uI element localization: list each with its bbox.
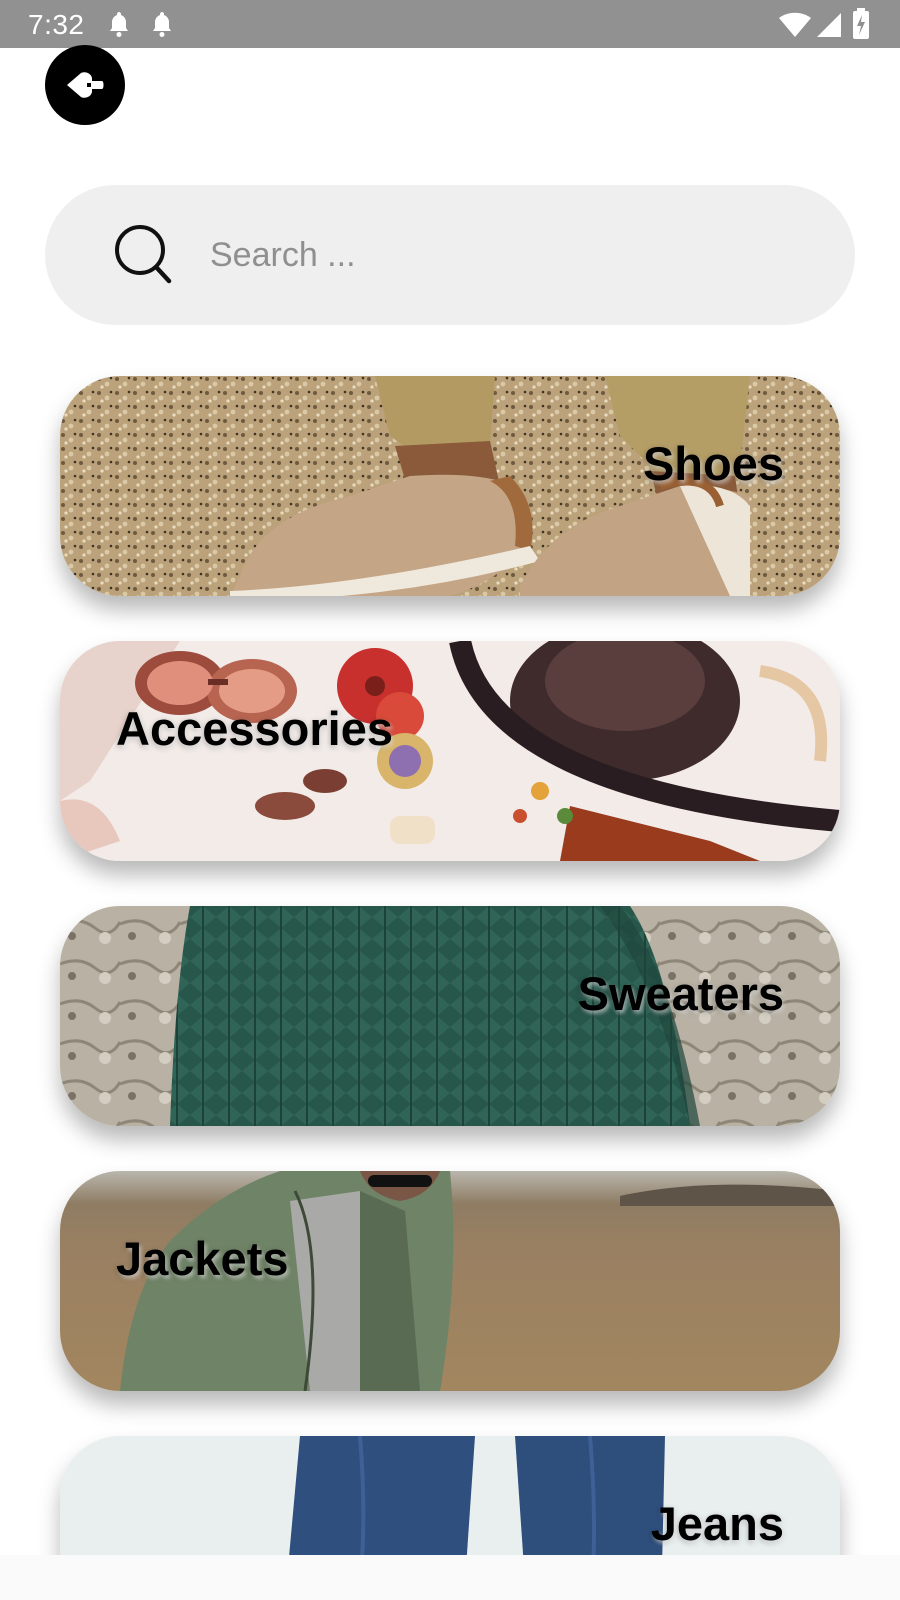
- search-icon: [115, 225, 172, 284]
- status-time: 7:32: [28, 9, 85, 40]
- status-bar: 7:32: [0, 0, 900, 48]
- category-card-sweaters[interactable]: Sweaters: [60, 906, 840, 1126]
- category-label: Accessories: [116, 702, 393, 755]
- category-label: Jeans: [650, 1497, 784, 1550]
- battery-charging-icon: [853, 8, 869, 39]
- search-input[interactable]: [210, 220, 770, 290]
- back-button[interactable]: [45, 45, 125, 125]
- category-card-shoes[interactable]: Shoes: [60, 376, 840, 596]
- bottom-edge: [0, 1555, 900, 1600]
- category-label: Sweaters: [577, 967, 784, 1020]
- wifi-icon: [779, 12, 811, 37]
- category-card-jackets[interactable]: Jackets: [60, 1171, 840, 1391]
- notification-bell-icon: [153, 12, 171, 37]
- search-bar[interactable]: [45, 185, 855, 325]
- back-arrow-icon: [67, 72, 104, 98]
- notification-bell-icon: [110, 12, 128, 37]
- category-card-accessories[interactable]: Accessories: [60, 641, 840, 861]
- cell-signal-icon: [817, 13, 841, 37]
- category-label: Jackets: [116, 1232, 289, 1285]
- category-label: Shoes: [642, 437, 784, 490]
